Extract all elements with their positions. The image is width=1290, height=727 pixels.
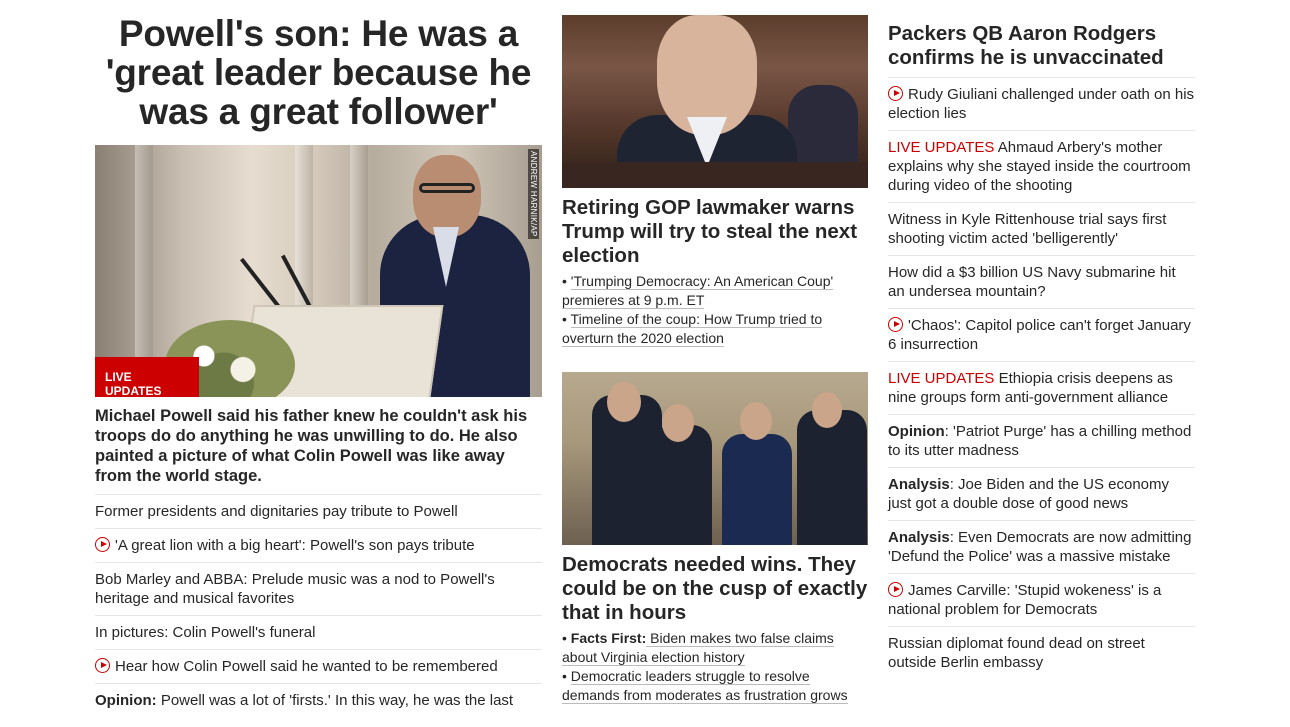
story-sublink[interactable]: • Democratic leaders struggle to resolve…	[562, 667, 868, 705]
bullet: •	[562, 311, 571, 327]
right-column: Packers QB Aaron Rodgers confirms he is …	[888, 0, 1195, 679]
list-item[interactable]: James Carville: 'Stupid wokeness' is a n…	[888, 573, 1195, 626]
item-text: Rudy Giuliani challenged under oath on h…	[888, 86, 1195, 122]
item-label: Opinion	[888, 423, 945, 440]
live-updates-tag: LIVE UPDATES	[888, 139, 995, 156]
live-updates-badge[interactable]: LIVE UPDATES	[95, 357, 199, 397]
list-item[interactable]: Opinion: 'Patriot Purge' has a chilling …	[888, 414, 1195, 467]
story2-sublinks: • Facts First: Biden makes two false cla…	[562, 629, 868, 705]
bullet: •	[562, 630, 571, 646]
sublink-text: 'Trumping Democracy: An American Coup' p…	[562, 273, 834, 309]
item-text: Hear how Colin Powell said he wanted to …	[115, 658, 498, 675]
list-item[interactable]: LIVE UPDATES Ethiopia crisis deepens as …	[888, 361, 1195, 414]
sublink-label: Facts First:	[570, 630, 647, 646]
list-item[interactable]: How did a $3 billion US Navy submarine h…	[888, 255, 1195, 308]
list-item[interactable]: 'Chaos': Capitol police can't forget Jan…	[888, 308, 1195, 361]
lead-summary[interactable]: Michael Powell said his father knew he c…	[95, 406, 542, 486]
democrats-image[interactable]	[562, 372, 868, 545]
second-story: Democrats needed wins. They could be on …	[562, 372, 868, 705]
lead-headline[interactable]: Powell's son: He was a 'great leader bec…	[95, 14, 542, 131]
list-item[interactable]: Russian diplomat found dead on street ou…	[888, 626, 1195, 679]
item-text: In pictures: Colin Powell's funeral	[95, 624, 316, 641]
item-label: Analysis	[888, 476, 950, 493]
live-updates-tag: LIVE UPDATES	[888, 370, 995, 387]
story-sublink[interactable]: • Timeline of the coup: How Trump tried …	[562, 310, 868, 348]
right-headlines-list: Rudy Giuliani challenged under oath on h…	[888, 77, 1195, 679]
bullet: •	[562, 668, 571, 684]
lead-column: Powell's son: He was a 'great leader bec…	[95, 0, 542, 717]
middle-column: Retiring GOP lawmaker warns Trump will t…	[562, 0, 868, 705]
story-sublink[interactable]: • Facts First: Biden makes two false cla…	[562, 629, 868, 667]
list-item[interactable]: LIVE UPDATES Ahmaud Arbery's mother expl…	[888, 130, 1195, 202]
play-video-icon	[888, 317, 903, 332]
lead-image[interactable]: ANDREW HARNIK/AP LIVE UPDATES	[95, 145, 542, 397]
list-item[interactable]: Witness in Kyle Rittenhouse trial says f…	[888, 202, 1195, 255]
list-item[interactable]: Analysis: Even Democrats are now admitti…	[888, 520, 1195, 573]
item-text: 'A great lion with a big heart': Powell'…	[115, 537, 475, 554]
list-item[interactable]: Opinion: Powell was a lot of 'firsts.' I…	[95, 683, 542, 717]
item-text: Witness in Kyle Rittenhouse trial says f…	[888, 211, 1167, 247]
item-label: Analysis	[888, 529, 950, 546]
item-text: James Carville: 'Stupid wokeness' is a n…	[888, 582, 1162, 618]
item-text: Russian diplomat found dead on street ou…	[888, 635, 1145, 671]
right-headline[interactable]: Packers QB Aaron Rodgers confirms he is …	[888, 22, 1195, 70]
list-item[interactable]: In pictures: Colin Powell's funeral	[95, 615, 542, 649]
play-video-icon	[95, 658, 110, 673]
story-sublink[interactable]: • 'Trumping Democracy: An American Coup'…	[562, 272, 868, 310]
item-label: Opinion:	[95, 692, 157, 709]
play-video-icon	[888, 582, 903, 597]
gop-lawmaker-image[interactable]	[562, 15, 868, 188]
play-video-icon	[888, 86, 903, 101]
item-text: Former presidents and dignitaries pay tr…	[95, 503, 458, 520]
item-text: Bob Marley and ABBA: Prelude music was a…	[95, 571, 495, 607]
image-credit: ANDREW HARNIK/AP	[528, 149, 539, 239]
bullet: •	[562, 273, 571, 289]
list-item[interactable]: Rudy Giuliani challenged under oath on h…	[888, 77, 1195, 130]
sublink-text: Democratic leaders struggle to resolve d…	[562, 668, 848, 704]
lead-related-list: Former presidents and dignitaries pay tr…	[95, 494, 542, 717]
story1-sublinks: • 'Trumping Democracy: An American Coup'…	[562, 272, 868, 348]
story-headline-democrats[interactable]: Democrats needed wins. They could be on …	[562, 553, 868, 625]
item-text: Powell was a lot of 'firsts.' In this wa…	[156, 692, 514, 709]
list-item[interactable]: Hear how Colin Powell said he wanted to …	[95, 649, 542, 683]
list-item[interactable]: Bob Marley and ABBA: Prelude music was a…	[95, 562, 542, 615]
story-headline-gop[interactable]: Retiring GOP lawmaker warns Trump will t…	[562, 196, 868, 268]
item-text: How did a $3 billion US Navy submarine h…	[888, 264, 1176, 300]
item-text: 'Chaos': Capitol police can't forget Jan…	[888, 317, 1191, 353]
play-video-icon	[95, 537, 110, 552]
list-item[interactable]: Analysis: Joe Biden and the US economy j…	[888, 467, 1195, 520]
list-item[interactable]: 'A great lion with a big heart': Powell'…	[95, 528, 542, 562]
list-item[interactable]: Former presidents and dignitaries pay tr…	[95, 494, 542, 528]
sublink-text: Timeline of the coup: How Trump tried to…	[562, 311, 823, 347]
